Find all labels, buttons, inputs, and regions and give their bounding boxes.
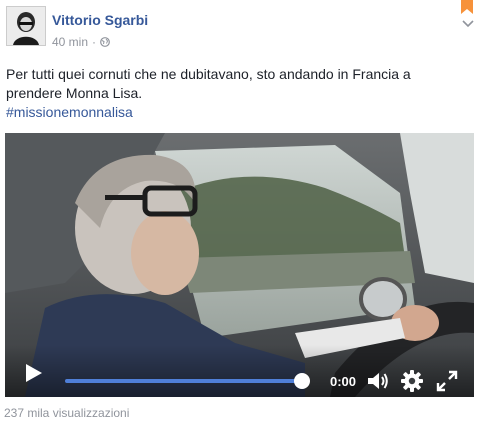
play-icon[interactable] [25, 363, 43, 383]
post-card: Vittorio Sgarbi 40 min · Per tutti quei … [0, 0, 479, 425]
post-message: Per tutti quei cornuti che ne dubitavano… [6, 66, 411, 101]
globe-icon[interactable] [100, 37, 110, 47]
author-name[interactable]: Vittorio Sgarbi [52, 12, 148, 28]
hashtag-link[interactable]: #missionemonnalisa [6, 104, 133, 120]
chevron-down-icon[interactable] [461, 18, 475, 28]
view-count: 237 mila visualizzazioni [4, 406, 130, 420]
post-timestamp[interactable]: 40 min [52, 35, 88, 49]
fullscreen-icon[interactable] [436, 370, 458, 392]
gear-icon[interactable] [401, 370, 423, 392]
volume-icon[interactable] [367, 371, 389, 391]
time-display: 0:00 [330, 374, 357, 389]
post-text: Per tutti quei cornuti che ne dubitavano… [6, 65, 466, 122]
post-meta: 40 min · [52, 35, 110, 49]
meta-separator: · [92, 35, 97, 49]
video-controls: 0:00 [5, 345, 474, 397]
progress-handle[interactable] [294, 373, 310, 389]
bookmark-icon[interactable] [461, 0, 473, 14]
video-player[interactable]: 0:00 [5, 133, 474, 397]
avatar[interactable] [6, 6, 46, 46]
progress-bar[interactable] [65, 379, 305, 383]
